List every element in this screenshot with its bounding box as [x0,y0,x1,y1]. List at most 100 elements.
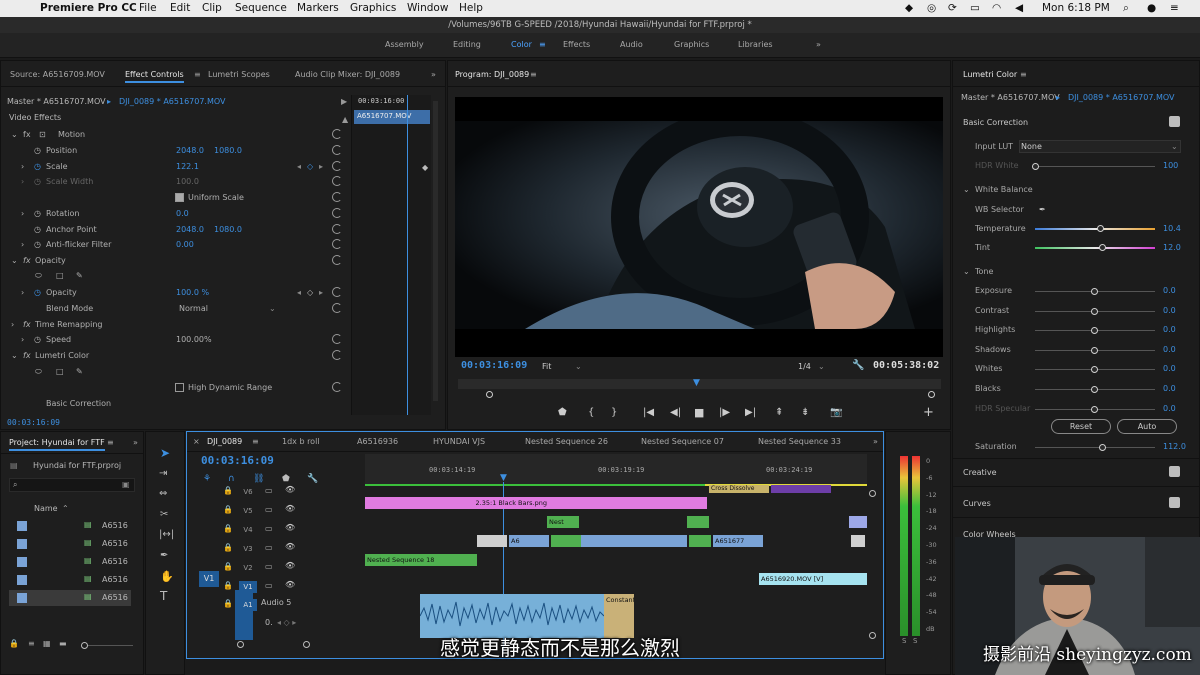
workspace-editing[interactable]: Editing [453,40,481,49]
ec-mini-timeline[interactable]: 00:03:16:00 A6516707.MOV ◆ [351,95,431,415]
sync-icon[interactable]: ⟳ [948,2,957,14]
pen-mask-icon[interactable]: ✎ [76,271,83,280]
menu-window[interactable]: Window [407,2,448,14]
export-frame-icon[interactable]: 📷 [830,407,842,418]
reset-icon[interactable] [332,192,342,202]
tone-header[interactable]: ⌄ Tone [953,263,1191,281]
reset-icon[interactable] [332,145,342,155]
chevron-down-icon[interactable]: ⌄ [1171,142,1178,151]
tone-value[interactable]: 0.0 [1163,286,1176,295]
reset-button[interactable]: Reset [1051,419,1111,434]
prev-keyframe-icon[interactable]: ◂ [297,162,301,171]
project-search-input[interactable] [9,478,135,492]
expand-icon[interactable]: ⌄ [963,185,970,194]
audio-volume-value[interactable]: 0. [265,618,273,627]
expand-icon[interactable]: › [21,162,24,171]
show-timeline-icon[interactable]: ▶ [341,97,347,106]
track-label[interactable]: V5 [239,505,257,517]
marker-icon[interactable]: ⬟ [558,407,567,418]
reset-icon[interactable] [332,129,342,139]
collapse-icon[interactable]: ⌄ [11,256,18,265]
eye-icon[interactable]: 👁 [285,504,295,513]
creative-checkbox[interactable] [1169,466,1180,477]
workspace-color[interactable]: Color [511,40,532,49]
pen-mask-icon[interactable]: ✎ [76,367,83,376]
add-keyframe-icon[interactable]: ◇ [307,288,313,297]
menu-clip[interactable]: Clip [202,2,222,14]
hdr-white-knob[interactable] [1032,163,1039,170]
add-button-icon[interactable]: + [923,405,934,420]
search-icon[interactable]: ⌕ [13,480,17,490]
collapse-icon[interactable]: ⌄ [11,351,18,360]
source-patch-v1[interactable]: V1 [199,571,219,587]
menu-list-icon[interactable]: ≡ [1170,2,1179,14]
add-marker-icon[interactable]: ⬟ [282,474,290,484]
timeline-settings-icon[interactable]: 🔧 [307,474,318,484]
expand-icon[interactable]: › [21,288,24,297]
more-tabs-icon[interactable]: » [133,438,138,447]
freeform-view-icon[interactable]: ▬ [59,639,67,648]
tab-seq-hyundai[interactable]: HYUNDAI VJS [433,437,485,446]
stopwatch-icon[interactable]: ◷ [34,209,41,218]
nest-clip[interactable]: Nest [547,516,579,528]
sort-up-icon[interactable]: ⌃ [62,504,69,513]
blue-clip-run[interactable] [581,535,687,547]
project-menu-icon[interactable]: ≡ [107,438,114,447]
lumetri-menu-icon[interactable]: ≡ [1020,70,1027,79]
linked-selection-icon[interactable]: ⛓ [253,474,264,484]
timeline-zoom-left[interactable] [237,641,244,648]
lock-icon[interactable]: 🔒 [223,581,233,590]
lumetri-title[interactable]: Lumetri Color [963,70,1017,81]
ripple-edit-tool-icon[interactable]: ⇔ [159,488,167,499]
uniform-scale-checkbox[interactable] [175,193,184,202]
more-tabs-icon[interactable]: » [431,70,436,79]
reset-icon[interactable] [332,334,342,344]
go-to-in-icon[interactable]: |◀ [643,407,654,418]
tab-close-icon[interactable]: × [193,437,200,446]
input-lut-select[interactable] [1019,140,1181,153]
workspace-audio[interactable]: Audio [620,40,643,49]
curves-checkbox[interactable] [1169,497,1180,508]
ellipse-mask-icon[interactable]: ⬭ [35,271,42,281]
stopwatch-icon[interactable]: ◷ [34,177,41,186]
pen-tool-icon[interactable]: ✒ [160,550,168,561]
tint-slider[interactable] [1035,247,1155,249]
next-keyframe-icon[interactable]: ▸ [319,288,323,297]
menu-graphics[interactable]: Graphics [350,2,396,14]
list-item[interactable]: ▤ A6516 [9,572,131,588]
list-item[interactable]: ▤ A6516 [9,554,131,570]
tab-seq-1dx[interactable]: 1dx b roll [282,437,320,446]
lock-icon[interactable]: 🔒 [223,599,233,608]
keyframe-icon[interactable]: ◆ [422,163,428,172]
cross-dissolve-clip[interactable]: Cross Dissolve [709,485,769,493]
stopwatch-icon[interactable]: ◷ [34,288,41,297]
menu-sequence[interactable]: Sequence [235,2,287,14]
rect-mask-icon[interactable]: □ [56,367,64,376]
tone-value[interactable]: 0.0 [1163,345,1176,354]
clock[interactable]: Mon 6:18 PM [1042,2,1110,14]
step-back-icon[interactable]: ◀| [670,407,681,418]
list-view-icon[interactable]: ≡ [28,639,35,648]
vscroll-bottom[interactable] [869,632,876,639]
project-title[interactable]: Project: Hyundai for FTF [9,438,105,451]
hdr-checkbox[interactable] [175,383,184,392]
hdr-white-slider[interactable] [1035,166,1155,167]
list-item[interactable]: ▤ A6516 [9,536,131,552]
extract-icon[interactable]: ⇟ [801,407,809,418]
temperature-knob[interactable] [1097,225,1104,232]
fit-select[interactable]: Fit [542,362,551,371]
mark-out-icon[interactable]: } [611,407,617,418]
tab-seq-a6516936[interactable]: A6516936 [357,437,398,446]
chevron-down-icon[interactable]: ⌄ [818,362,825,371]
temperature-slider[interactable] [1035,228,1155,230]
sync-lock-icon[interactable]: ▭ [265,486,273,495]
chevron-down-icon[interactable]: ⌄ [269,304,276,313]
tone-knob[interactable] [1091,386,1098,393]
creative-section[interactable]: Creative [953,464,1191,482]
grey-clip[interactable] [477,535,507,547]
track-label[interactable]: V4 [239,524,257,536]
ellipse-mask-icon[interactable]: ⬭ [35,367,42,377]
tone-knob[interactable] [1091,366,1098,374]
grey-clip-2[interactable] [851,535,865,547]
menu-help[interactable]: Help [459,2,483,14]
